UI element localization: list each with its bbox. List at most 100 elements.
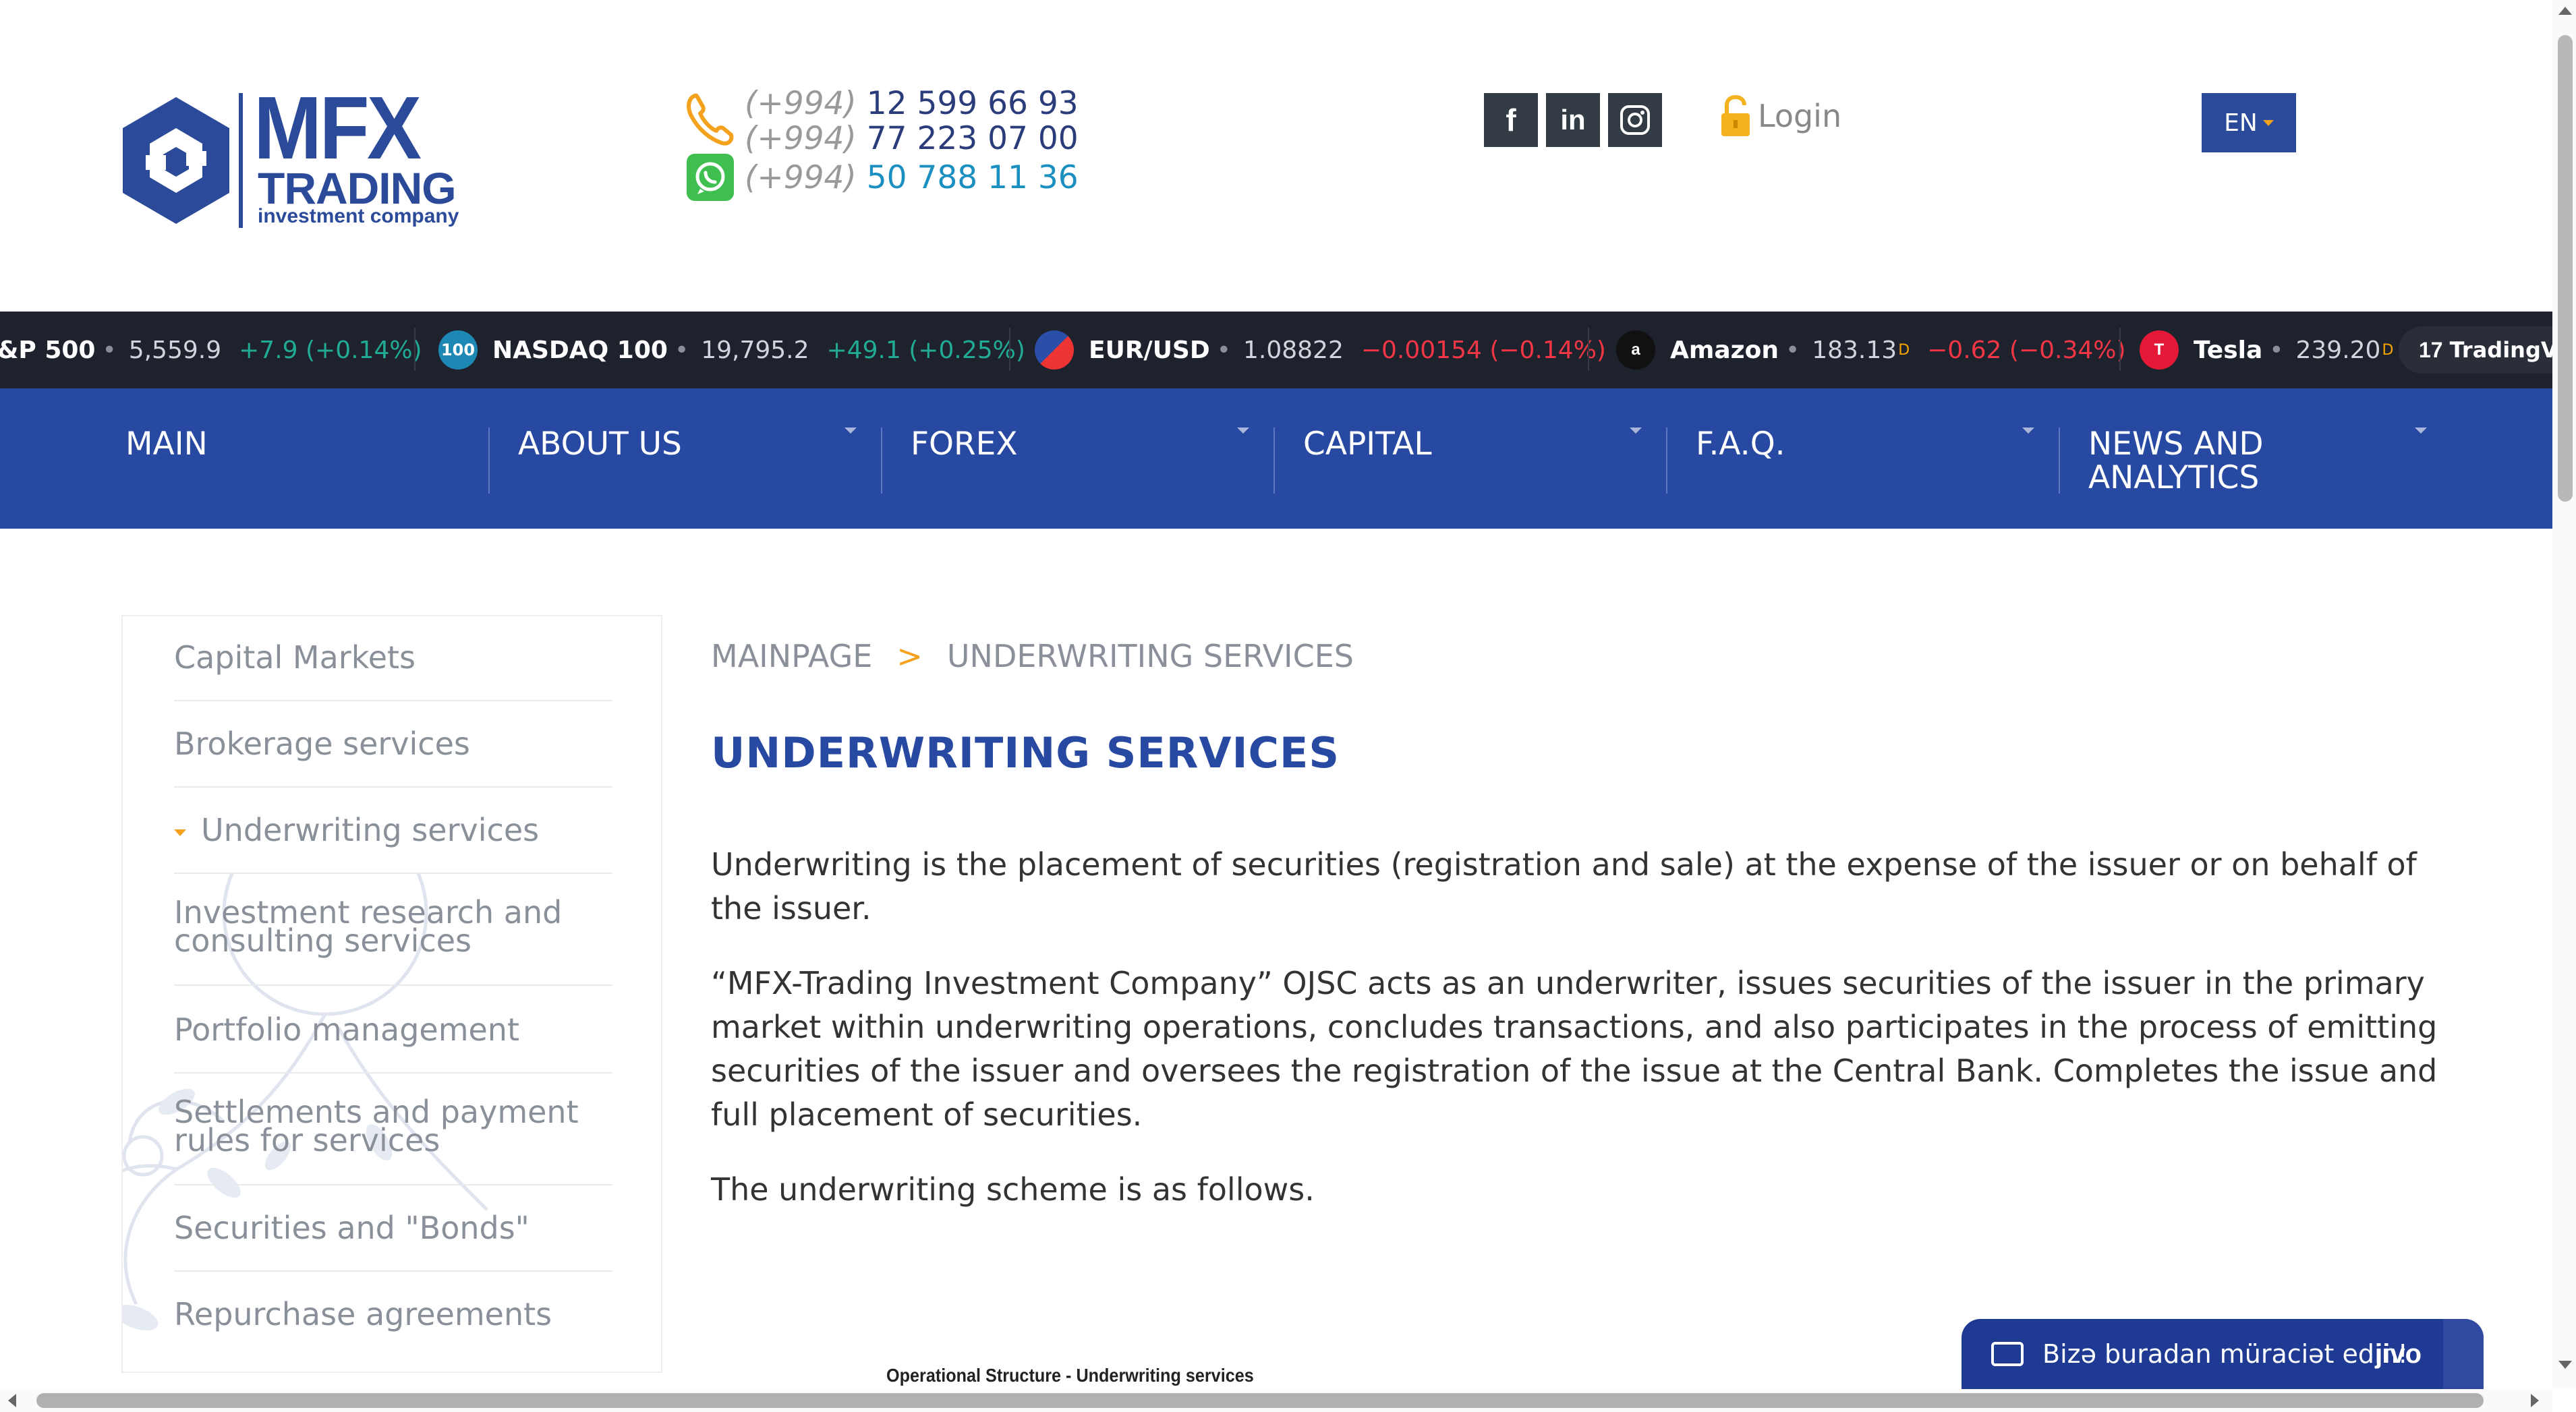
chevron-down-icon bbox=[2415, 428, 2427, 434]
ticker-dot: • bbox=[1785, 336, 1800, 364]
nav-divider bbox=[488, 428, 490, 494]
sidebar-menu: Capital Markets Brokerage services Under… bbox=[121, 615, 662, 1373]
language-label: EN bbox=[2224, 109, 2258, 137]
nav-item-main[interactable]: MAIN bbox=[125, 428, 208, 461]
linkedin-icon[interactable]: in bbox=[1546, 93, 1600, 147]
scheme-intro-paragraph: The underwriting scheme is as follows. bbox=[711, 1171, 1315, 1208]
ticker-item[interactable]: a Amazon • 183.13 D −0.62 (−0.34%) bbox=[1616, 312, 2126, 388]
horizontal-scrollbar-thumb[interactable] bbox=[36, 1393, 2484, 1408]
scroll-down-arrow-icon[interactable] bbox=[2558, 1361, 2572, 1369]
market-ticker[interactable]: &P 500 • 5,559.9 +7.9 (+0.14%) 100 NASDA… bbox=[0, 312, 2552, 388]
sidebar-item-brokerage-services[interactable]: Brokerage services bbox=[174, 728, 612, 759]
sidebar-item-settlements-payment-rules[interactable]: Settlements and payment rules for servic… bbox=[174, 1096, 612, 1156]
sidebar-item-label: Underwriting services bbox=[201, 812, 540, 848]
logo-text-mfx: MFX bbox=[254, 78, 422, 177]
sidebar-item-underwriting-services[interactable]: Underwriting services bbox=[174, 815, 612, 846]
ticker-item[interactable]: &P 500 • 5,559.9 +7.9 (+0.14%) bbox=[0, 312, 422, 388]
nav-divider bbox=[1666, 428, 1667, 494]
ticker-item[interactable]: 100 NASDAQ 100 • 19,795.2 +49.1 (+0.25%) bbox=[438, 312, 1025, 388]
breadcrumb-separator: > bbox=[896, 638, 923, 674]
ticker-name: NASDAQ 100 bbox=[492, 336, 668, 364]
phone-country-code: (+994) bbox=[745, 159, 857, 196]
sidebar-divider bbox=[174, 786, 612, 788]
ticker-value: 183.13 bbox=[1812, 336, 1897, 364]
nav-item-capital[interactable]: CAPITAL bbox=[1303, 428, 1432, 461]
nav-item-news-and-analytics[interactable]: NEWS AND ANALYTICS bbox=[2088, 428, 2345, 495]
sidebar-item-capital-markets[interactable]: Capital Markets bbox=[174, 642, 612, 673]
intro-paragraph: Underwriting is the placement of securit… bbox=[711, 846, 2417, 926]
phone-number: 77 223 07 00 bbox=[866, 120, 1079, 157]
nav-item-faq[interactable]: F.A.Q. bbox=[1696, 428, 1785, 461]
tradingview-badge[interactable]: 17 TradingView bbox=[2399, 326, 2552, 374]
ticker-dot: • bbox=[102, 336, 117, 364]
ticker-delayed-badge: D bbox=[2382, 341, 2394, 359]
sidebar-divider bbox=[174, 873, 612, 874]
chat-bubble-icon bbox=[2443, 1319, 2484, 1389]
nav-divider bbox=[2059, 428, 2060, 494]
phone-number: 12 599 66 93 bbox=[866, 85, 1079, 122]
scheme-diagram-caption: Operational Structure - Underwriting ser… bbox=[886, 1365, 1254, 1386]
chat-widget[interactable]: Bizə buradan müraciət edin! jivo bbox=[1962, 1319, 2484, 1389]
instagram-glyph bbox=[1620, 105, 1650, 135]
sidebar-item-securities-bonds[interactable]: Securities and "Bonds" bbox=[174, 1212, 612, 1243]
ticker-delayed-badge: D bbox=[1898, 341, 1910, 359]
ticker-dot: • bbox=[674, 336, 689, 364]
chevron-down-icon bbox=[1237, 428, 1249, 434]
lock-icon bbox=[1721, 94, 1750, 136]
scroll-left-arrow-icon[interactable] bbox=[8, 1394, 16, 1407]
tradingview-logo-icon: 17 bbox=[2419, 337, 2443, 362]
nav-item-forex[interactable]: FOREX bbox=[911, 428, 1018, 461]
amazon-icon: a bbox=[1616, 330, 1655, 370]
ticker-value: 1.08822 bbox=[1242, 336, 1344, 364]
breadcrumb-home-link[interactable]: MAINPAGE bbox=[711, 638, 872, 674]
facebook-icon[interactable]: f bbox=[1484, 93, 1538, 147]
sidebar-divider bbox=[174, 700, 612, 701]
login-link[interactable]: Login bbox=[1719, 94, 1841, 138]
jivo-brand: jivo bbox=[2375, 1339, 2422, 1369]
nasdaq-icon: 100 bbox=[438, 330, 478, 370]
breadcrumb: MAINPAGE > UNDERWRITING SERVICES bbox=[711, 638, 1354, 674]
company-logo[interactable]: MFX TRADING investment company bbox=[119, 84, 463, 232]
ticker-name: Amazon bbox=[1670, 336, 1779, 364]
ticker-name: Tesla bbox=[2194, 336, 2263, 364]
tesla-icon: T bbox=[2140, 330, 2179, 370]
logo-divider bbox=[239, 93, 243, 228]
breadcrumb-current: UNDERWRITING SERVICES bbox=[946, 638, 1354, 674]
whatsapp-icon[interactable] bbox=[687, 154, 734, 201]
chevron-down-icon bbox=[1630, 428, 1642, 434]
ticker-name: EUR/USD bbox=[1089, 336, 1210, 364]
company-paragraph: “MFX-Trading Investment Company” OJSC ac… bbox=[711, 965, 2438, 1133]
sidebar-item-repurchase-agreements[interactable]: Repurchase agreements bbox=[174, 1299, 612, 1330]
sidebar-divider bbox=[174, 1270, 612, 1272]
logo-tagline: investment company bbox=[258, 205, 459, 227]
ticker-separator bbox=[414, 328, 416, 371]
logo-mark-icon bbox=[123, 97, 229, 224]
instagram-icon[interactable] bbox=[1608, 93, 1662, 147]
ticker-item[interactable]: EUR/USD • 1.08822 −0.00154 (−0.14%) bbox=[1035, 312, 1606, 388]
whatsapp-line[interactable]: (+994) 50 788 11 36 bbox=[745, 162, 1079, 194]
nav-item-about-us[interactable]: ABOUT US bbox=[518, 428, 682, 461]
nav-divider bbox=[881, 428, 882, 494]
phone-line-1[interactable]: (+994) 12 599 66 93 bbox=[745, 88, 1079, 119]
ticker-separator bbox=[1588, 328, 1589, 371]
language-selector[interactable]: EN bbox=[2202, 93, 2296, 152]
vertical-scrollbar-thumb[interactable] bbox=[2558, 35, 2573, 502]
scroll-up-arrow-icon[interactable] bbox=[2558, 7, 2572, 15]
scroll-right-arrow-icon[interactable] bbox=[2531, 1394, 2539, 1407]
nav-divider bbox=[1273, 428, 1275, 494]
sidebar-divider bbox=[174, 1072, 612, 1073]
chevron-down-icon bbox=[2022, 428, 2034, 434]
login-label: Login bbox=[1758, 98, 1842, 134]
phone-line-2[interactable]: (+994) 77 223 07 00 bbox=[745, 123, 1079, 154]
chevron-down-icon bbox=[2262, 119, 2274, 126]
ticker-change: +49.1 (+0.25%) bbox=[826, 336, 1025, 364]
ticker-value: 239.20 bbox=[2295, 336, 2381, 364]
ticker-item[interactable]: T Tesla • 239.20 D bbox=[2140, 312, 2393, 388]
main-navigation: MAIN ABOUT US FOREX CAPITAL F.A.Q. NEWS … bbox=[0, 388, 2552, 529]
chat-widget-label: Bizə buradan müraciət edin! bbox=[2042, 1339, 2408, 1369]
sidebar-item-investment-research[interactable]: Investment research and consulting servi… bbox=[174, 897, 612, 956]
envelope-icon bbox=[1991, 1342, 2024, 1366]
phone-country-code: (+994) bbox=[745, 85, 857, 122]
whatsapp-number: 50 788 11 36 bbox=[866, 159, 1079, 196]
sidebar-item-portfolio-management[interactable]: Portfolio management bbox=[174, 1014, 612, 1045]
